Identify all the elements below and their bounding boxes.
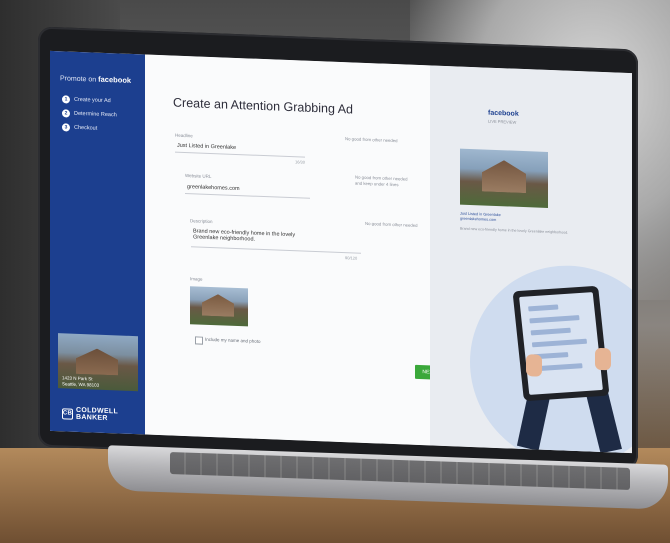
promote-prefix: Promote on bbox=[60, 75, 97, 84]
step-number: 1 bbox=[62, 95, 70, 104]
promote-brand: facebook bbox=[98, 74, 132, 85]
ad-form: Create an Attention Grabbing Ad Headline… bbox=[145, 54, 443, 446]
sidebar: Promote on facebook 1 Create your Ad 2 D… bbox=[50, 50, 145, 435]
ad-image-thumbnail[interactable] bbox=[190, 286, 248, 327]
description-counter: 90/120 bbox=[345, 255, 358, 261]
tablet-row bbox=[531, 338, 588, 348]
promote-heading: Promote on facebook bbox=[60, 73, 131, 85]
headline-underline bbox=[175, 151, 305, 158]
preview-subtitle: LIVE PREVIEW bbox=[488, 118, 517, 125]
website-label: Website URL bbox=[185, 173, 212, 180]
laptop-screen: Promote on facebook 1 Create your Ad 2 D… bbox=[50, 50, 632, 454]
illustration-right-hand bbox=[595, 347, 611, 371]
headline-label: Headline bbox=[175, 132, 193, 139]
step-label: Create your Ad bbox=[74, 96, 111, 105]
preview-title: facebook bbox=[488, 109, 519, 118]
headline-input[interactable]: Just Listed in Greenlake bbox=[177, 143, 236, 151]
include-name-checkbox[interactable] bbox=[195, 336, 203, 345]
brand-name: COLDWELL BANKER bbox=[76, 406, 118, 423]
brand-logo: CB COLDWELL BANKER bbox=[62, 406, 145, 423]
preview-photo bbox=[460, 148, 548, 208]
illustration-left-hand bbox=[526, 354, 542, 377]
tablet-screen bbox=[519, 292, 603, 395]
step-determine-reach[interactable]: 2 Determine Reach bbox=[62, 109, 117, 119]
live-preview-panel: facebook LIVE PREVIEW Just Listed in Gre… bbox=[430, 65, 632, 454]
headline-hint: No good from other needed bbox=[345, 136, 398, 144]
website-hint: No good from other needed and keep under… bbox=[355, 174, 408, 187]
tablet-row bbox=[528, 304, 559, 312]
step-create-ad[interactable]: 1 Create your Ad bbox=[62, 95, 111, 105]
cb-logo-icon: CB bbox=[62, 407, 73, 420]
description-hint: No good from other needed bbox=[365, 220, 418, 228]
website-input[interactable]: greenlakehomes.com bbox=[187, 184, 240, 192]
step-checkout[interactable]: 3 Checkout bbox=[62, 123, 97, 132]
website-underline bbox=[185, 193, 310, 199]
preview-headline: Just Listed in Greenlake greenlakehomes.… bbox=[460, 212, 560, 226]
image-label: Image bbox=[190, 276, 203, 282]
step-number: 3 bbox=[62, 123, 70, 132]
description-input[interactable]: Brand new eco-friendly home in the lovel… bbox=[193, 228, 295, 244]
headline-counter: 16/30 bbox=[295, 159, 306, 165]
description-underline bbox=[191, 246, 361, 254]
page-title: Create an Attention Grabbing Ad bbox=[173, 95, 353, 117]
step-number: 2 bbox=[62, 109, 70, 118]
tablet-row bbox=[529, 315, 580, 324]
listing-address: 1423 N Park St Seattle, WA 98103 bbox=[62, 375, 99, 388]
preview-description: Brand new eco-friendly home in the lovel… bbox=[460, 226, 569, 235]
step-label: Determine Reach bbox=[74, 110, 117, 119]
step-label: Checkout bbox=[74, 124, 98, 132]
tablet-row bbox=[530, 327, 571, 336]
include-name-label: Include my name and photo bbox=[205, 336, 261, 344]
illustration-tablet bbox=[512, 285, 610, 402]
description-label: Description bbox=[190, 218, 213, 225]
